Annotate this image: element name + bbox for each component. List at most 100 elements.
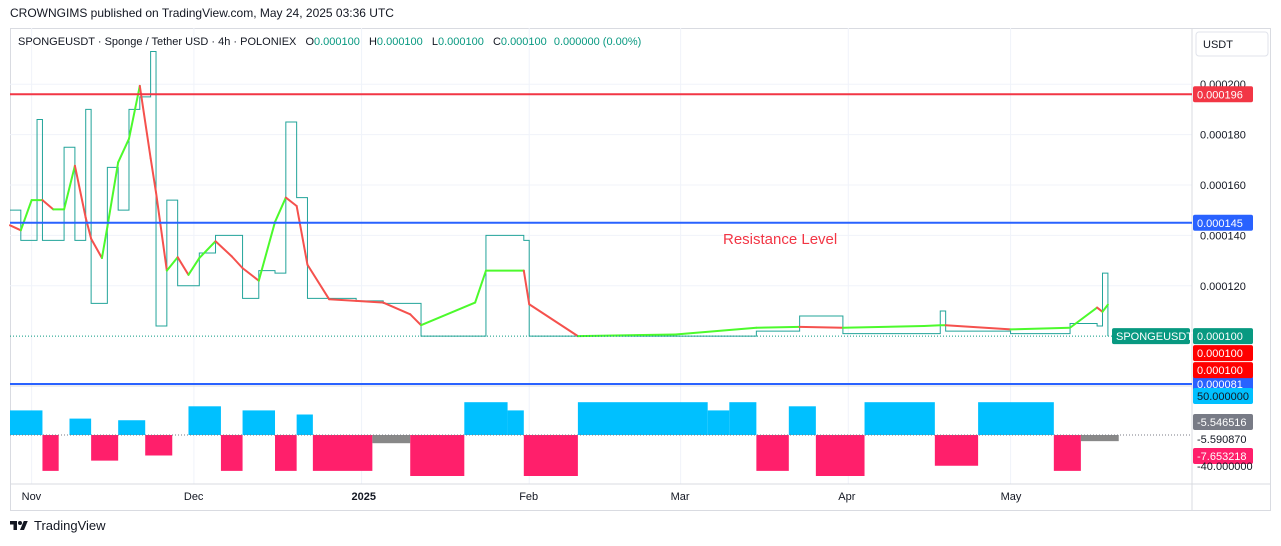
osc-value-tag: -5.546516: [1197, 417, 1247, 429]
level-price-tag: 0.000196: [1197, 89, 1243, 101]
smoothed-segment: [674, 326, 758, 336]
oscillator-bar: [312, 435, 373, 471]
oscillator-bar: [934, 435, 979, 466]
osc-lower-label: -40.000000: [1197, 461, 1253, 473]
smoothed-segment: [923, 324, 942, 328]
smoothed-segment: [474, 269, 487, 304]
smoothed-segment: [798, 325, 844, 329]
oscillator-bar: [118, 420, 146, 435]
price-chart[interactable]: 0.0002000.0001800.0001600.0001400.000120…: [0, 0, 1281, 546]
smoothed-segment: [841, 325, 926, 329]
smoothed-segment: [106, 161, 120, 228]
symbol-tag: SPONGEUSDT: [1116, 331, 1193, 343]
smoothed-segment: [9, 224, 22, 232]
level-price-tag: 0.000145: [1197, 218, 1243, 230]
time-tick-label: Mar: [671, 491, 690, 503]
price-tick-label: 0.000160: [1200, 180, 1246, 192]
osc-upper-tag: 50.000000: [1197, 391, 1249, 403]
oscillator-bar: [242, 410, 276, 435]
smoothed-segment: [528, 303, 579, 338]
smoothed-segment: [214, 240, 233, 258]
smoothed-segment: [90, 237, 103, 260]
oscillator-bar: [145, 435, 173, 456]
oscillator-bar: [707, 410, 730, 435]
oscillator-tags: 50.000000-5.546516-5.590870-7.653218-40.…: [1193, 388, 1253, 473]
smoothed-segment: [420, 301, 477, 327]
smoothed-segment: [100, 225, 109, 260]
smoothed-segment: [755, 325, 801, 329]
resistance-annotation: Resistance Level: [723, 231, 837, 248]
tradingview-logo-icon: [10, 520, 28, 530]
oscillator-bar: [42, 435, 59, 471]
svg-text:USDT: USDT: [1203, 39, 1233, 51]
smoothed-segment: [41, 199, 55, 211]
smoothed-segment: [176, 256, 190, 276]
smoothed-segment: [155, 191, 168, 272]
horizontal-levels: [10, 93, 1192, 385]
oscillator-bar: [978, 402, 1054, 435]
symbol-legend: SPONGEUSDT · Sponge / Tether USD · 4h · …: [18, 36, 641, 48]
smoothed-segment: [165, 256, 179, 272]
tradingview-brand: TradingView: [34, 518, 106, 533]
smoothed-segment: [241, 267, 260, 282]
price-tick-label: 0.000180: [1200, 130, 1246, 142]
time-tick-label: 2025: [352, 491, 376, 503]
smoothed-segment: [198, 240, 217, 260]
oscillator-bar: [372, 435, 411, 444]
oscillator-bar: [91, 435, 119, 461]
smoothed-segment: [944, 324, 1012, 331]
smoothed-segment: [1096, 306, 1104, 313]
smoothed-indicator: [9, 84, 1109, 338]
oscillator-bar: [864, 402, 935, 435]
smoothed-segment: [1069, 306, 1099, 329]
time-tick-label: Dec: [184, 491, 204, 503]
oscillator-bar: [507, 410, 524, 435]
time-tick-label: Feb: [519, 491, 538, 503]
smoothed-segment: [274, 196, 287, 223]
oscillator-bar: [577, 402, 708, 435]
oscillator-bar: [788, 406, 816, 435]
oscillator-bar: [464, 402, 508, 435]
time-tick-label: Apr: [838, 491, 855, 503]
price-tick-label: 0.000140: [1200, 230, 1246, 242]
smoothed-segment: [409, 313, 423, 327]
oscillator-bar: [220, 435, 243, 471]
oscillator-bar: [275, 435, 297, 471]
oscillator-bar: [729, 402, 757, 435]
current-price-tag: 0.000100: [1197, 331, 1243, 343]
smoothed-segment: [257, 220, 277, 282]
oscillator-bar: [410, 435, 465, 476]
oscillator-bar: [69, 418, 92, 435]
price-axis-labels: 0.0002000.0001800.0001600.0001400.000120: [1200, 79, 1246, 293]
oscillator-bar: [296, 414, 313, 435]
price-tick-label: 0.000120: [1200, 281, 1246, 293]
smoothed-segment: [1101, 303, 1109, 313]
oscillator-bar: [1053, 435, 1081, 471]
oscillator-histogram: [10, 402, 1192, 476]
smoothed-segment: [63, 164, 76, 211]
smoothed-segment: [328, 298, 358, 302]
smoothed-segment: [230, 255, 244, 270]
time-tick-label: Nov: [22, 491, 42, 503]
currency-button[interactable]: USDT: [1195, 31, 1269, 57]
time-tick-label: May: [1001, 491, 1022, 503]
oscillator-bar: [10, 410, 43, 435]
smoothed-segment: [1009, 326, 1072, 331]
oscillator-bar: [188, 406, 221, 435]
extra-price-tag: 0.000100: [1197, 348, 1243, 360]
smoothed-segment: [306, 263, 331, 301]
osc-value-label: -5.590870: [1197, 434, 1247, 446]
oscillator-bar: [815, 435, 865, 476]
smoothed-segment: [522, 269, 531, 306]
smoothed-segment: [19, 199, 33, 232]
smoothed-segment: [382, 301, 412, 316]
tradingview-footer[interactable]: TradingView: [10, 518, 106, 533]
extra-price-tag: 0.000100: [1197, 365, 1243, 377]
smoothed-segment: [149, 157, 158, 194]
smoothed-segment: [284, 196, 298, 207]
oscillator-bar: [756, 435, 789, 471]
smoothed-segment: [117, 137, 130, 164]
oscillator-bar: [523, 435, 578, 476]
smoothed-segment: [73, 164, 87, 219]
time-axis-labels: Nov Dec 2025 Feb Mar Apr May: [22, 491, 1022, 503]
